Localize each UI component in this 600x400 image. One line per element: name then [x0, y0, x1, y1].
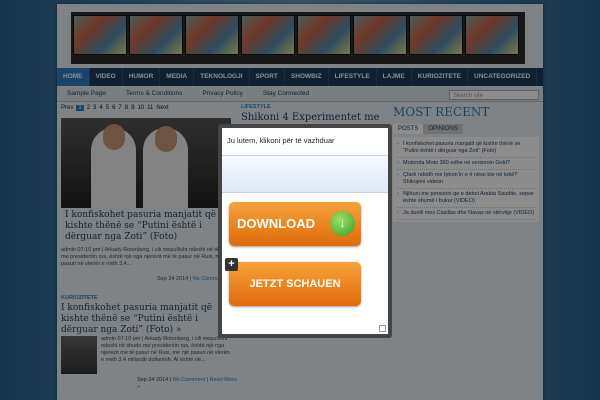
jetzt-schauen-label: JETZT SCHAUEN — [249, 278, 341, 290]
resize-handle-icon[interactable] — [379, 325, 386, 332]
jetzt-schauen-button[interactable]: + JETZT SCHAUEN — [225, 258, 361, 306]
popup-content: Ju lutem, klikoni për të vazhduar DOWNLO… — [222, 128, 388, 334]
download-button-label: DOWNLOAD — [237, 216, 315, 231]
popup-dialog: Ju lutem, klikoni për të vazhduar DOWNLO… — [218, 124, 392, 338]
plus-icon: + — [225, 258, 238, 271]
download-arrow-icon: ↓ — [330, 211, 355, 236]
popup-banner — [222, 155, 388, 193]
download-button[interactable]: DOWNLOAD ↓ — [229, 202, 361, 246]
popup-title: Ju lutem, klikoni për të vazhduar — [227, 136, 335, 145]
